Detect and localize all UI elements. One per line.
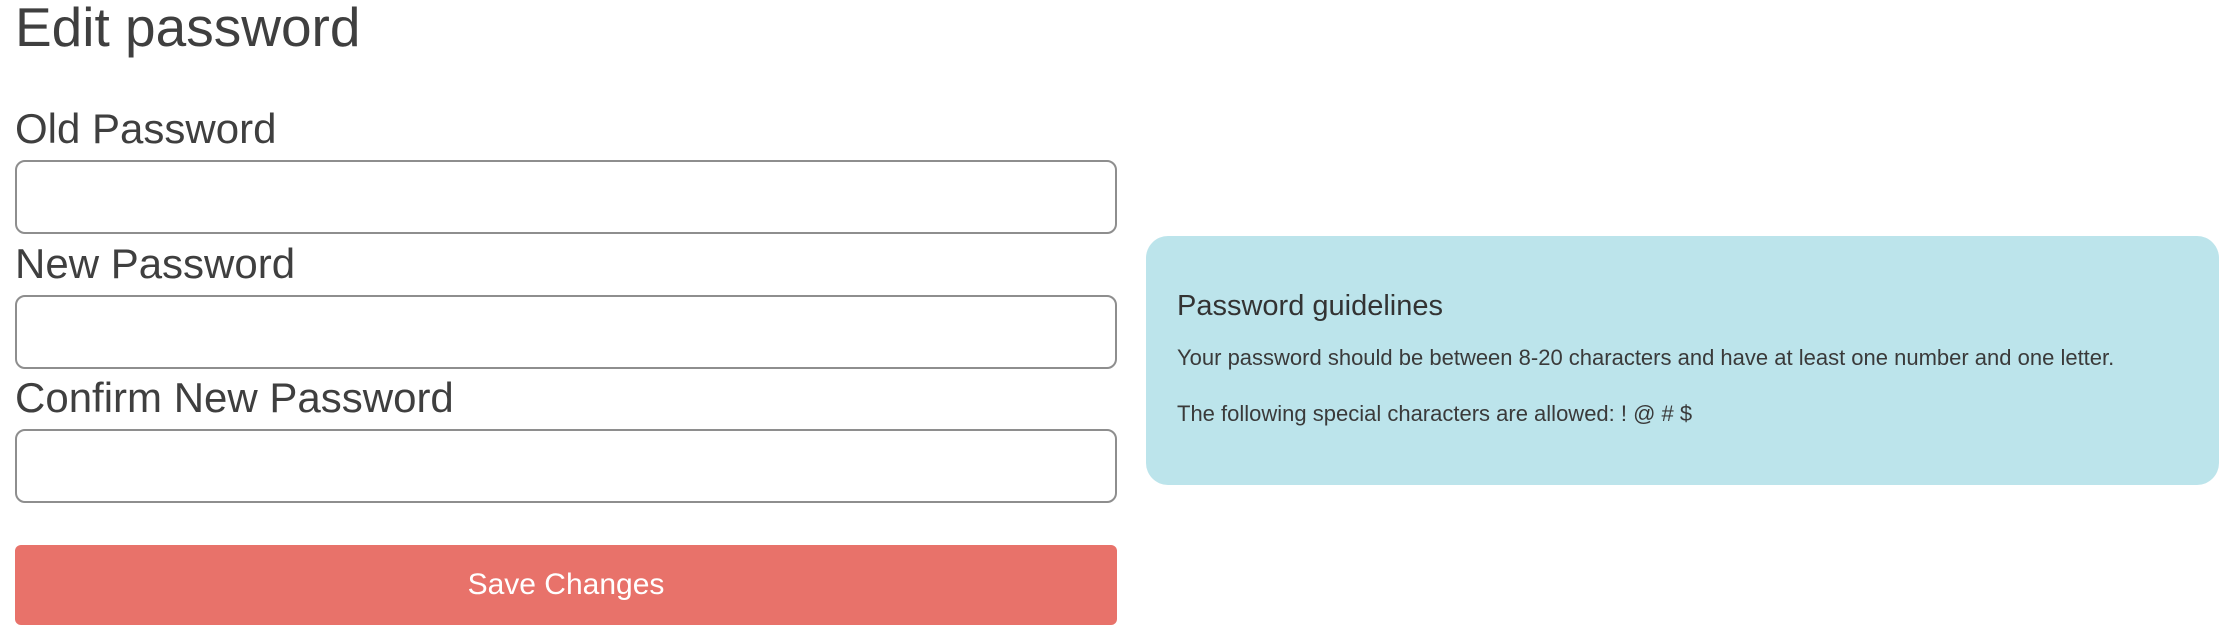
password-length-rule: Your password should be between 8-20 cha… — [1177, 345, 2115, 370]
old-password-label: Old Password — [15, 105, 277, 152]
confirm-new-password-input[interactable] — [15, 429, 1117, 503]
page-title: Edit password — [15, 0, 361, 58]
new-password-label: New Password — [15, 240, 296, 287]
save-changes-button[interactable]: Save Changes — [15, 545, 1117, 625]
old-password-input[interactable] — [15, 160, 1117, 234]
password-special-characters-rule: The following special characters are all… — [1177, 401, 1693, 426]
password-guidelines-panel: Password guidelines Your password should… — [1146, 236, 2219, 485]
password-guidelines-title: Password guidelines — [1177, 290, 1443, 322]
confirm-new-password-label: Confirm New Password — [15, 374, 454, 421]
new-password-input[interactable] — [15, 295, 1117, 369]
